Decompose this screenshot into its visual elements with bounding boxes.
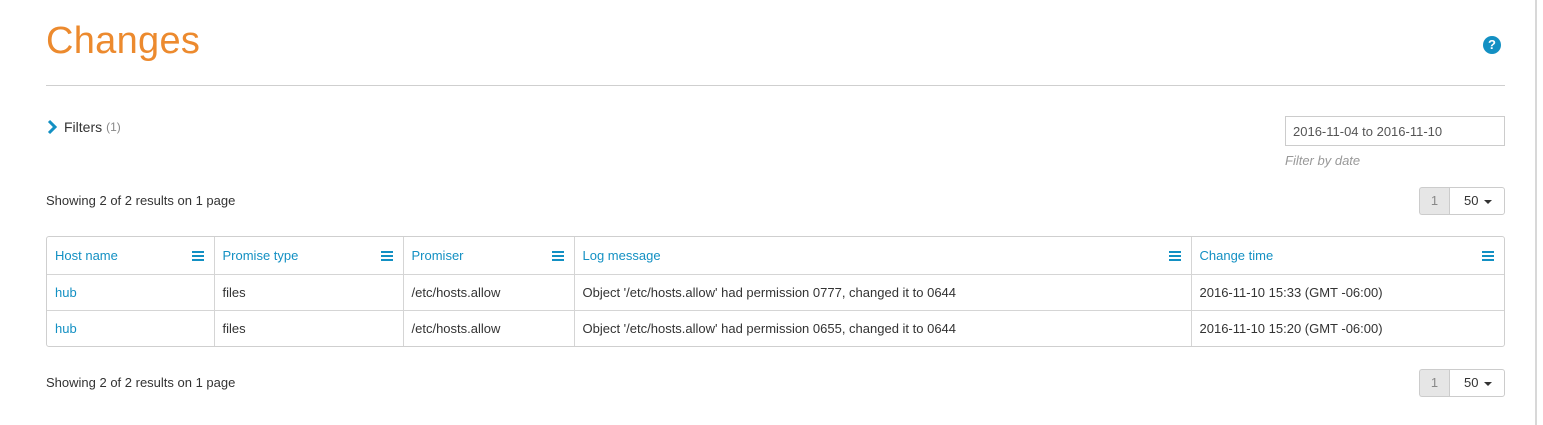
window-edge [1535, 0, 1537, 425]
date-range-input[interactable] [1285, 116, 1505, 146]
column-menu-icon[interactable] [191, 251, 204, 261]
page-size-value: 50 [1464, 193, 1479, 208]
column-header-promise-type[interactable]: Promise type [214, 237, 404, 275]
host-link[interactable]: hub [55, 321, 77, 336]
column-header-host-name[interactable]: Host name [47, 237, 215, 275]
column-label: Host name [55, 247, 118, 263]
pagination-top: 1 50 [1419, 187, 1505, 215]
host-link[interactable]: hub [55, 285, 77, 300]
cell-promise-type: files [214, 274, 404, 310]
chevron-right-icon [47, 119, 58, 135]
results-summary-bottom: Showing 2 of 2 results on 1 page [46, 375, 236, 390]
table-row: hub files /etc/hosts.allow Object '/etc/… [47, 274, 1504, 310]
cell-promiser: /etc/hosts.allow [403, 274, 575, 310]
question-circle-icon[interactable]: ? [1483, 36, 1501, 54]
cell-log-message: Object '/etc/hosts.allow' had permission… [574, 309, 1192, 346]
changes-page: Changes ? Filters (1) Filter by date Sho… [46, 0, 1505, 425]
page-size-dropdown[interactable]: 50 [1449, 187, 1505, 215]
cell-promise-type: files [214, 309, 404, 346]
column-label: Change time [1199, 247, 1274, 263]
filters-label: Filters [64, 119, 103, 135]
cell-promiser: /etc/hosts.allow [403, 309, 575, 346]
cell-change-time: 2016-11-10 15:20 (GMT -06:00) [1191, 309, 1504, 346]
page-number-button[interactable]: 1 [1419, 187, 1449, 215]
column-label: Promiser [411, 247, 464, 263]
filters-toggle[interactable]: Filters (1) [46, 119, 121, 135]
cell-host: hub [47, 274, 215, 310]
caret-down-icon [1484, 199, 1493, 204]
column-header-change-time[interactable]: Change time [1191, 237, 1504, 275]
date-filter-hint: Filter by date [1285, 153, 1361, 168]
column-menu-icon[interactable] [1168, 251, 1181, 261]
filters-count: (1) [106, 120, 121, 134]
table-row: hub files /etc/hosts.allow Object '/etc/… [47, 309, 1504, 346]
column-menu-icon[interactable] [551, 251, 564, 261]
page-size-dropdown[interactable]: 50 [1449, 369, 1505, 397]
title-divider [46, 85, 1505, 86]
results-summary-top: Showing 2 of 2 results on 1 page [46, 193, 236, 208]
cell-host: hub [47, 309, 215, 346]
column-menu-icon[interactable] [380, 251, 393, 261]
table-header-row: Host name Promise type Promiser Log mess… [47, 237, 1504, 275]
column-header-promiser[interactable]: Promiser [403, 237, 575, 275]
column-menu-icon[interactable] [1482, 251, 1494, 261]
caret-down-icon [1484, 381, 1493, 386]
column-label: Log message [582, 247, 661, 263]
page-size-value: 50 [1464, 375, 1479, 390]
column-label: Promise type [222, 247, 299, 263]
column-header-log-message[interactable]: Log message [574, 237, 1192, 275]
changes-table: Host name Promise type Promiser Log mess… [46, 236, 1505, 347]
pagination-bottom: 1 50 [1419, 369, 1505, 397]
page-title: Changes [46, 20, 201, 62]
cell-change-time: 2016-11-10 15:33 (GMT -06:00) [1199, 284, 1383, 300]
cell-log-message: Object '/etc/hosts.allow' had permission… [574, 274, 1192, 310]
page-number-button[interactable]: 1 [1419, 369, 1449, 397]
